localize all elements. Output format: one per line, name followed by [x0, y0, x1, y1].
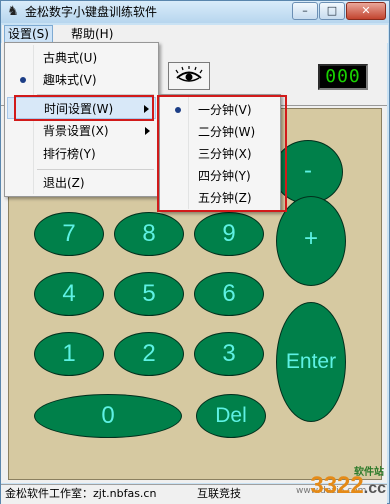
menu-separator: [37, 94, 154, 95]
menu-item-label: 趣味式(V): [43, 73, 97, 87]
radio-bullet-icon: [20, 77, 26, 83]
menu-item-label: 古典式(U): [43, 51, 98, 65]
key-4[interactable]: 4: [34, 272, 104, 316]
submenu-arrow-icon: [145, 127, 150, 135]
menu-item-label: 二分钟(W): [198, 125, 256, 139]
menu-item-five-minutes[interactable]: 五分钟(Z): [162, 187, 278, 209]
status-right-text: 互联竞技: [197, 487, 241, 500]
menu-item-label: 三分钟(X): [198, 147, 252, 161]
menu-help[interactable]: 帮助(H): [68, 26, 116, 42]
menu-item-time-settings[interactable]: 时间设置(W): [7, 97, 156, 119]
key-2[interactable]: 2: [114, 332, 184, 376]
menu-item-label: 四分钟(Y): [198, 169, 251, 183]
eye-toggle-button[interactable]: [168, 62, 210, 90]
menu-item-leaderboard[interactable]: 排行榜(Y): [7, 143, 156, 165]
app-icon: ♞: [7, 4, 19, 19]
key-plus[interactable]: +: [276, 196, 346, 286]
menu-bar: 设置(S) 帮助(H): [2, 25, 388, 43]
menu-item-two-minutes[interactable]: 二分钟(W): [162, 121, 278, 143]
menu-item-one-minute[interactable]: 一分钟(V): [162, 99, 278, 121]
title-bar[interactable]: ♞ 金松数字小键盘训练软件 – □ ✕: [1, 1, 389, 23]
key-5[interactable]: 5: [114, 272, 184, 316]
menu-item-label: 五分钟(Z): [198, 191, 252, 205]
time-submenu: 一分钟(V) 二分钟(W) 三分钟(X) 四分钟(Y) 五分钟(Z): [159, 94, 281, 212]
watermark-logo: 3322.cc: [310, 473, 386, 502]
key-7[interactable]: 7: [34, 212, 104, 256]
key-9[interactable]: 9: [194, 212, 264, 256]
menu-item-fun[interactable]: 趣味式(V): [7, 69, 156, 91]
watermark-brand: 3322: [310, 472, 364, 499]
key-3[interactable]: 3: [194, 332, 264, 376]
key-minus[interactable]: -: [273, 140, 343, 204]
radio-bullet-icon: [175, 107, 181, 113]
score-counter: 000: [318, 64, 368, 90]
menu-item-label: 时间设置(W): [44, 102, 114, 116]
key-6[interactable]: 6: [194, 272, 264, 316]
eye-icon: [175, 66, 203, 82]
menu-item-exit[interactable]: 退出(Z): [7, 172, 156, 194]
settings-menu: 古典式(U) 趣味式(V) 时间设置(W) 背景设置(X) 排行榜(Y) 退出(…: [4, 42, 159, 197]
key-8[interactable]: 8: [114, 212, 184, 256]
menu-item-label: 退出(Z): [43, 176, 85, 190]
status-studio: 金松软件工作室：zjt.nbfas.cn: [5, 487, 157, 500]
key-del[interactable]: Del: [196, 394, 266, 438]
submenu-arrow-icon: [144, 105, 149, 113]
close-button[interactable]: ✕: [346, 2, 386, 20]
menu-item-background-settings[interactable]: 背景设置(X): [7, 120, 156, 142]
maximize-button[interactable]: □: [319, 2, 345, 20]
menu-item-four-minutes[interactable]: 四分钟(Y): [162, 165, 278, 187]
menu-item-label: 排行榜(Y): [43, 147, 96, 161]
window-title: 金松数字小键盘训练软件: [25, 5, 158, 19]
key-enter[interactable]: Enter: [276, 302, 346, 422]
menu-item-classic[interactable]: 古典式(U): [7, 47, 156, 69]
menu-item-label: 一分钟(V): [198, 103, 252, 117]
menu-settings[interactable]: 设置(S): [4, 25, 53, 43]
minimize-button[interactable]: –: [292, 2, 318, 20]
key-0[interactable]: 0: [34, 394, 182, 438]
menu-item-label: 背景设置(X): [43, 124, 109, 138]
key-1[interactable]: 1: [34, 332, 104, 376]
menu-item-three-minutes[interactable]: 三分钟(X): [162, 143, 278, 165]
watermark-suffix: .cc: [363, 480, 386, 497]
menu-separator: [37, 169, 154, 170]
